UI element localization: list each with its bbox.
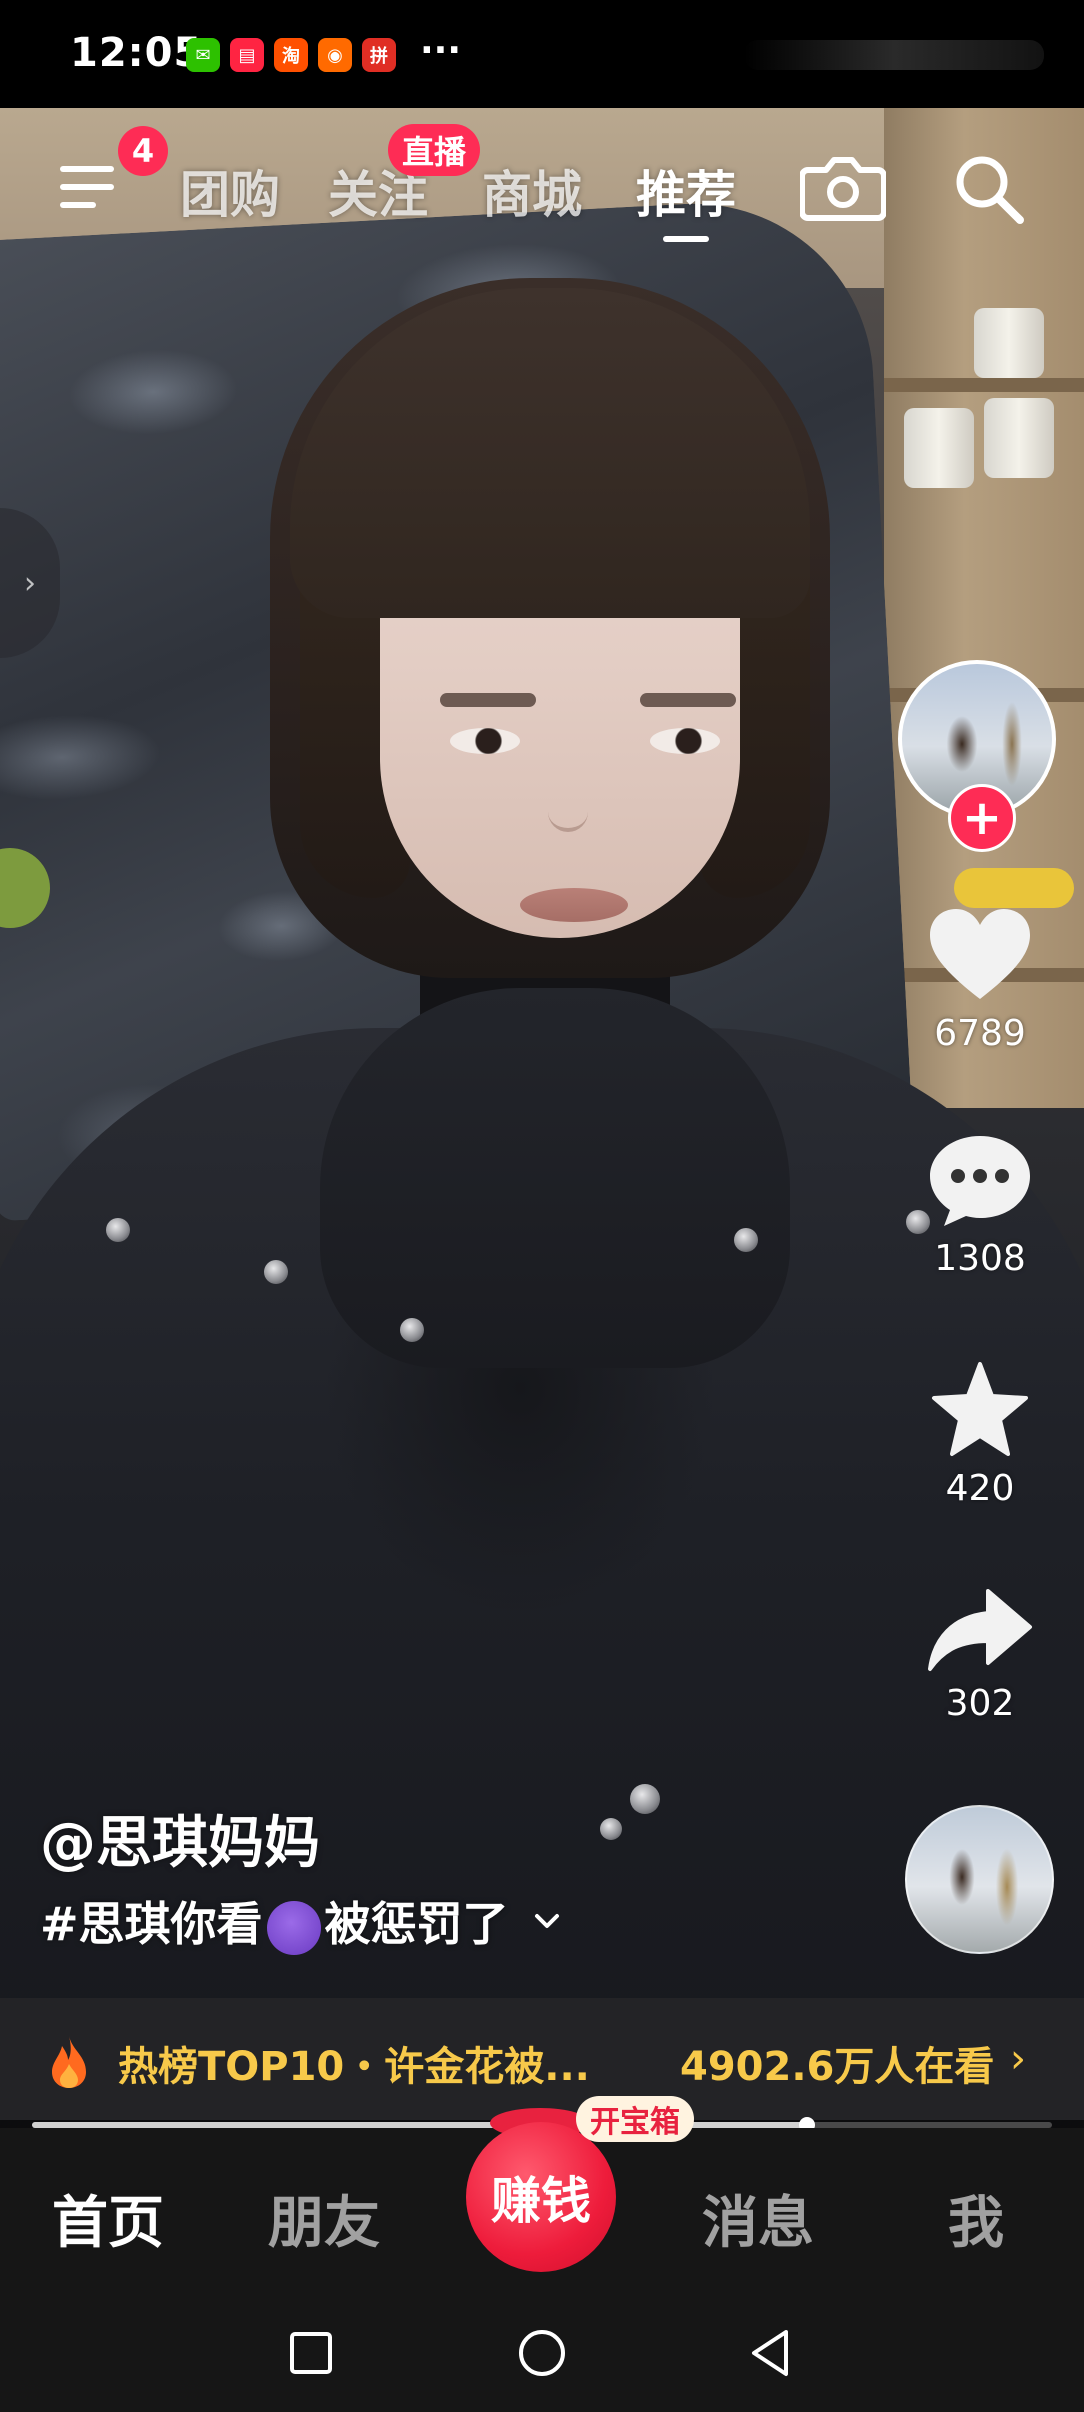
comment-icon [930,1136,1030,1226]
tab-me[interactable]: 我 [948,2178,1004,2259]
recent-apps-icon[interactable] [286,2328,336,2378]
wechat-icon: ✉ [186,38,220,72]
tab-friends[interactable]: 朋友 [268,2178,380,2259]
back-triangle-icon[interactable] [746,2328,796,2378]
status-bar: 12:05 ✉ ▤ 淘 ◉ 拼 ··· [0,0,1084,108]
red-note-icon: ▤ [230,38,264,72]
share-count: 302 [945,1683,1015,1724]
comment-button[interactable]: 1308 [920,1130,1040,1279]
phone-screen: › 12:05 ✉ ▤ 淘 ◉ 拼 ··· 4 团购 关注 商城 推荐 直播 +… [0,0,1084,2412]
like-count: 6789 [934,1013,1026,1054]
taobao-icon: 淘 [274,38,308,72]
author-name[interactable]: @思琪妈妈 [40,1798,320,1879]
hot-list-viewers: 4902.6万人在看 [680,2044,995,2090]
favorite-button[interactable]: 420 [920,1360,1040,1509]
share-button[interactable]: 302 [920,1585,1040,1724]
chevron-right-icon: › [1010,2036,1026,2082]
status-time: 12:05 [70,30,203,76]
menu-button[interactable] [60,160,120,216]
person-collar [320,988,790,1368]
follow-plus-button[interactable]: + [948,784,1016,852]
hot-list-banner[interactable]: 热榜TOP10・许金花被... 4902.6万人在看 › [0,1998,1084,2120]
music-disc[interactable] [905,1805,1054,1954]
earn-button[interactable]: 赚钱 [466,2122,616,2272]
home-circle-icon[interactable] [517,2328,567,2378]
heart-icon [930,909,1030,999]
camera-icon[interactable] [800,152,886,222]
search-icon[interactable] [950,150,1030,230]
devil-emoji-icon [266,1900,321,1955]
author-avatar-group[interactable]: + [898,660,1058,852]
tab-recommend[interactable]: 推荐 [636,155,736,227]
tab-group-buy[interactable]: 团购 [180,155,280,227]
treasure-box-badge[interactable]: 开宝箱 [576,2096,694,2142]
live-badge[interactable]: 直播 [388,124,481,176]
active-tab-indicator [663,236,709,242]
share-icon [928,1589,1032,1671]
pinduoduo-icon: 拼 [362,38,396,72]
top-navigation: 4 团购 关注 商城 推荐 直播 [0,110,1084,260]
tab-home[interactable]: 首页 [52,2178,164,2259]
star-icon [932,1362,1028,1456]
like-button[interactable]: 6789 [920,905,1040,1054]
shopping-icon: ◉ [318,38,352,72]
tab-mall[interactable]: 商城 [482,155,582,227]
menu-badge: 4 [118,126,168,176]
status-indicators [744,40,1044,70]
caption-text: #思琪你看 [40,1897,263,1951]
comment-count: 1308 [934,1238,1026,1279]
chevron-down-icon[interactable] [533,1907,561,1935]
favorite-count: 420 [945,1468,1015,1509]
more-notifications-icon: ··· [420,30,462,71]
hot-list-title: 热榜TOP10・许金花被... [118,2044,590,2090]
video-caption[interactable]: #思琪你看 被惩罚了 [40,1888,561,1955]
caption-text-end: 被惩罚了 [324,1897,509,1951]
person-mouth [520,888,628,922]
fire-icon [52,2036,86,2088]
tab-messages[interactable]: 消息 [702,2178,814,2259]
